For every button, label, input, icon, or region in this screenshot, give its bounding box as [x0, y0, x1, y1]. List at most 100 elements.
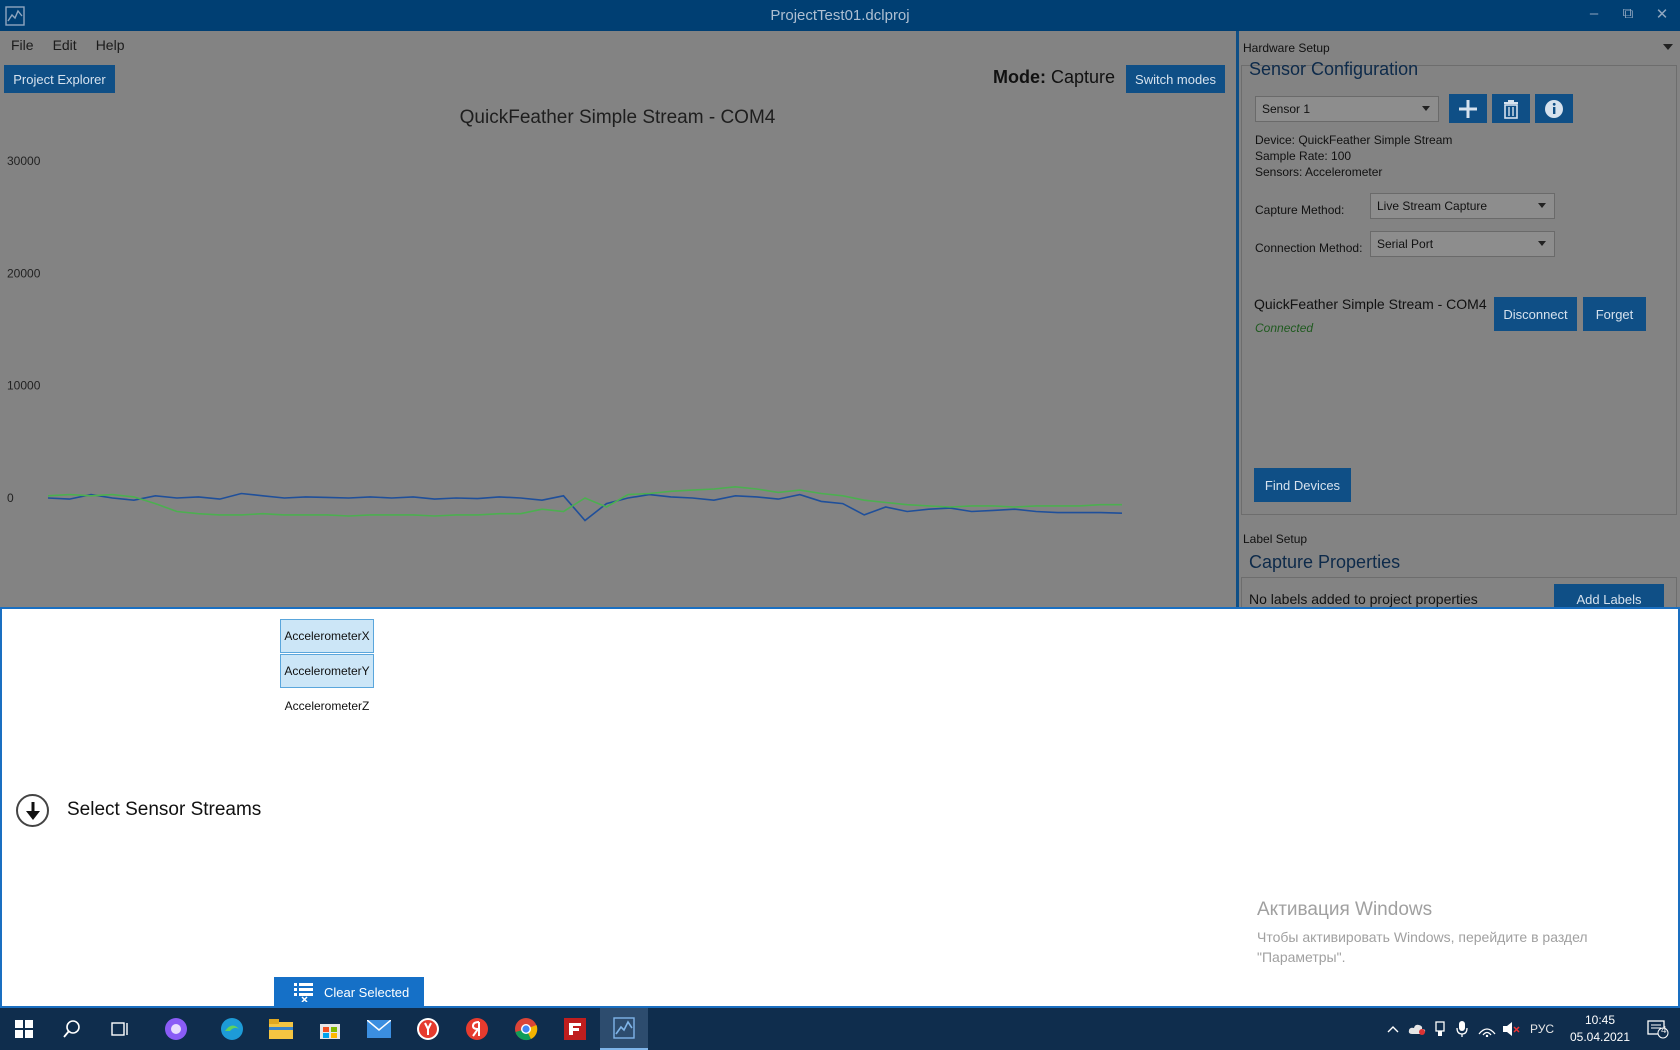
mail-icon: [367, 1020, 391, 1038]
sensor-stream-chart: 30000 20000 10000 0: [7, 154, 1123, 522]
taskbar-app-alice[interactable]: [152, 1008, 200, 1050]
device-info: Device: QuickFeather Simple Stream: [1255, 133, 1453, 147]
close-button[interactable]: ✕: [1652, 5, 1672, 23]
capture-properties-title: Capture Properties: [1249, 552, 1401, 572]
windows-logo-icon: [15, 1020, 33, 1038]
taskbar-app-store[interactable]: [306, 1008, 354, 1050]
wifi-icon: [1478, 1028, 1496, 1037]
microphone-icon: [1456, 1021, 1468, 1037]
system-clock[interactable]: 10:45 05.04.2021: [1560, 1012, 1640, 1046]
taskbar-app-yandex-browser[interactable]: [404, 1008, 452, 1050]
select-sensor-streams-label: Select Sensor Streams: [67, 799, 262, 820]
sensors-info: Sensors: Accelerometer: [1255, 165, 1383, 179]
chevron-down-icon: [1538, 203, 1546, 208]
task-view-icon: [111, 1022, 128, 1036]
right-panel: Hardware Setup Sensor Configuration Sens…: [1239, 31, 1680, 607]
taskbar-app-mail[interactable]: [355, 1008, 403, 1050]
microphone-tray-button[interactable]: [1452, 1008, 1472, 1050]
stream-item-accelerometer-z[interactable]: AccelerometerZ: [280, 689, 374, 723]
clear-selected-label: Clear Selected: [324, 984, 410, 1000]
disconnect-button[interactable]: Disconnect: [1494, 297, 1577, 331]
task-view-button[interactable]: [96, 1008, 144, 1050]
usb-device-icon: [1435, 1021, 1445, 1036]
activation-line-2: "Параметры".: [1257, 949, 1346, 965]
add-sensor-button[interactable]: [1449, 94, 1487, 123]
language-indicator[interactable]: РУС: [1526, 1008, 1558, 1050]
edge-browser-icon: [221, 1018, 243, 1040]
folder-icon: [269, 1019, 293, 1039]
connection-method-label: Connection Method:: [1255, 241, 1363, 255]
chevron-up-icon: [1387, 1026, 1399, 1033]
activation-title: Активация Windows: [1257, 899, 1433, 920]
alice-assistant-icon: [165, 1018, 187, 1040]
window-title: ProjectTest01.dclproj: [770, 7, 910, 24]
window-title-bar: ProjectTest01.dclproj – ⧉ ✕: [0, 0, 1680, 31]
yandex-browser-icon: [417, 1018, 439, 1040]
connection-status: Connected: [1255, 321, 1314, 335]
sample-rate-info: Sample Rate: 100: [1255, 149, 1352, 163]
plus-icon: [1459, 99, 1477, 118]
capture-method-value: Live Stream Capture: [1377, 199, 1488, 213]
activation-line-1: Чтобы активировать Windows, перейдите в …: [1257, 929, 1588, 945]
clock-time: 10:45: [1584, 1013, 1616, 1027]
cloud-icon: [1408, 1024, 1426, 1035]
minimize-button[interactable]: –: [1584, 5, 1604, 22]
store-bag-icon: [320, 1024, 340, 1039]
trash-icon: [1504, 99, 1518, 119]
stream-item-accelerometer-x[interactable]: AccelerometerX: [280, 619, 374, 653]
taskbar-app-data-capture-lab[interactable]: [600, 1008, 648, 1050]
show-hidden-icons-button[interactable]: [1382, 1008, 1404, 1050]
onedrive-tray-button[interactable]: [1406, 1008, 1428, 1050]
windows-activation-watermark: Активация Windows Чтобы активировать Win…: [1257, 899, 1588, 967]
taskbar-app-filezilla[interactable]: [551, 1008, 599, 1050]
connected-device-name: QuickFeather Simple Stream - COM4: [1254, 296, 1487, 312]
device-tray-button[interactable]: [1430, 1008, 1450, 1050]
hardware-setup-header[interactable]: Hardware Setup: [1243, 41, 1330, 55]
y-tick-label: 10000: [7, 379, 41, 393]
volume-tray-button[interactable]: [1500, 1008, 1522, 1050]
filezilla-icon: [564, 1018, 586, 1040]
label-setup-header[interactable]: Label Setup: [1243, 532, 1307, 546]
sensor-streams-panel: AccelerometerX AccelerometerY Accelerome…: [0, 607, 1680, 1008]
sensor-info-button[interactable]: [1535, 94, 1573, 123]
capture-method-select[interactable]: Live Stream Capture: [1370, 193, 1555, 219]
delete-sensor-button[interactable]: [1492, 94, 1530, 123]
y-tick-label: 30000: [7, 154, 41, 168]
y-tick-label: 0: [7, 491, 14, 505]
info-icon: [1545, 99, 1563, 118]
chevron-down-icon: [1422, 106, 1430, 111]
data-capture-lab-icon: [613, 1017, 635, 1039]
stream-item-accelerometer-y[interactable]: AccelerometerY: [280, 654, 374, 688]
y-tick-label: 20000: [7, 266, 41, 280]
forget-button[interactable]: Forget: [1583, 297, 1646, 331]
sensor-configuration-title: Sensor Configuration: [1249, 59, 1419, 79]
app-main-area: File Edit Help Project Explorer Mode: Ca…: [0, 31, 1680, 607]
find-devices-button[interactable]: Find Devices: [1254, 468, 1351, 502]
taskbar-app-yandex[interactable]: [453, 1008, 501, 1050]
add-labels-button[interactable]: Add Labels: [1554, 584, 1664, 607]
chrome-icon: [515, 1018, 538, 1041]
windows-taskbar: РУС 10:45 05.04.2021 4: [0, 1008, 1680, 1050]
clear-list-icon: [294, 983, 313, 1002]
speaker-muted-icon: [1503, 1022, 1520, 1036]
sensor-select-value: Sensor 1: [1262, 102, 1311, 116]
arrow-down-icon: [25, 801, 40, 820]
capture-method-label: Capture Method:: [1255, 203, 1345, 217]
connection-method-value: Serial Port: [1377, 237, 1434, 251]
no-labels-message: No labels added to project properties: [1249, 591, 1478, 607]
sensor-select[interactable]: Sensor 1: [1255, 96, 1439, 122]
hardware-collapse-chevron-icon[interactable]: [1663, 43, 1673, 51]
taskbar-app-chrome[interactable]: [502, 1008, 550, 1050]
taskbar-app-edge[interactable]: [208, 1008, 256, 1050]
taskbar-app-explorer[interactable]: [257, 1008, 305, 1050]
connection-method-select[interactable]: Serial Port: [1370, 231, 1555, 257]
yandex-icon: [466, 1018, 488, 1040]
start-button[interactable]: [0, 1008, 48, 1050]
network-tray-button[interactable]: [1476, 1008, 1498, 1050]
notification-center-button[interactable]: 4: [1640, 1008, 1676, 1050]
restore-button[interactable]: ⧉: [1618, 5, 1638, 22]
search-button[interactable]: [48, 1008, 96, 1050]
series-line-2: [47, 485, 1122, 517]
step-indicator: [16, 794, 49, 827]
clear-selected-button[interactable]: Clear Selected: [274, 977, 424, 1007]
